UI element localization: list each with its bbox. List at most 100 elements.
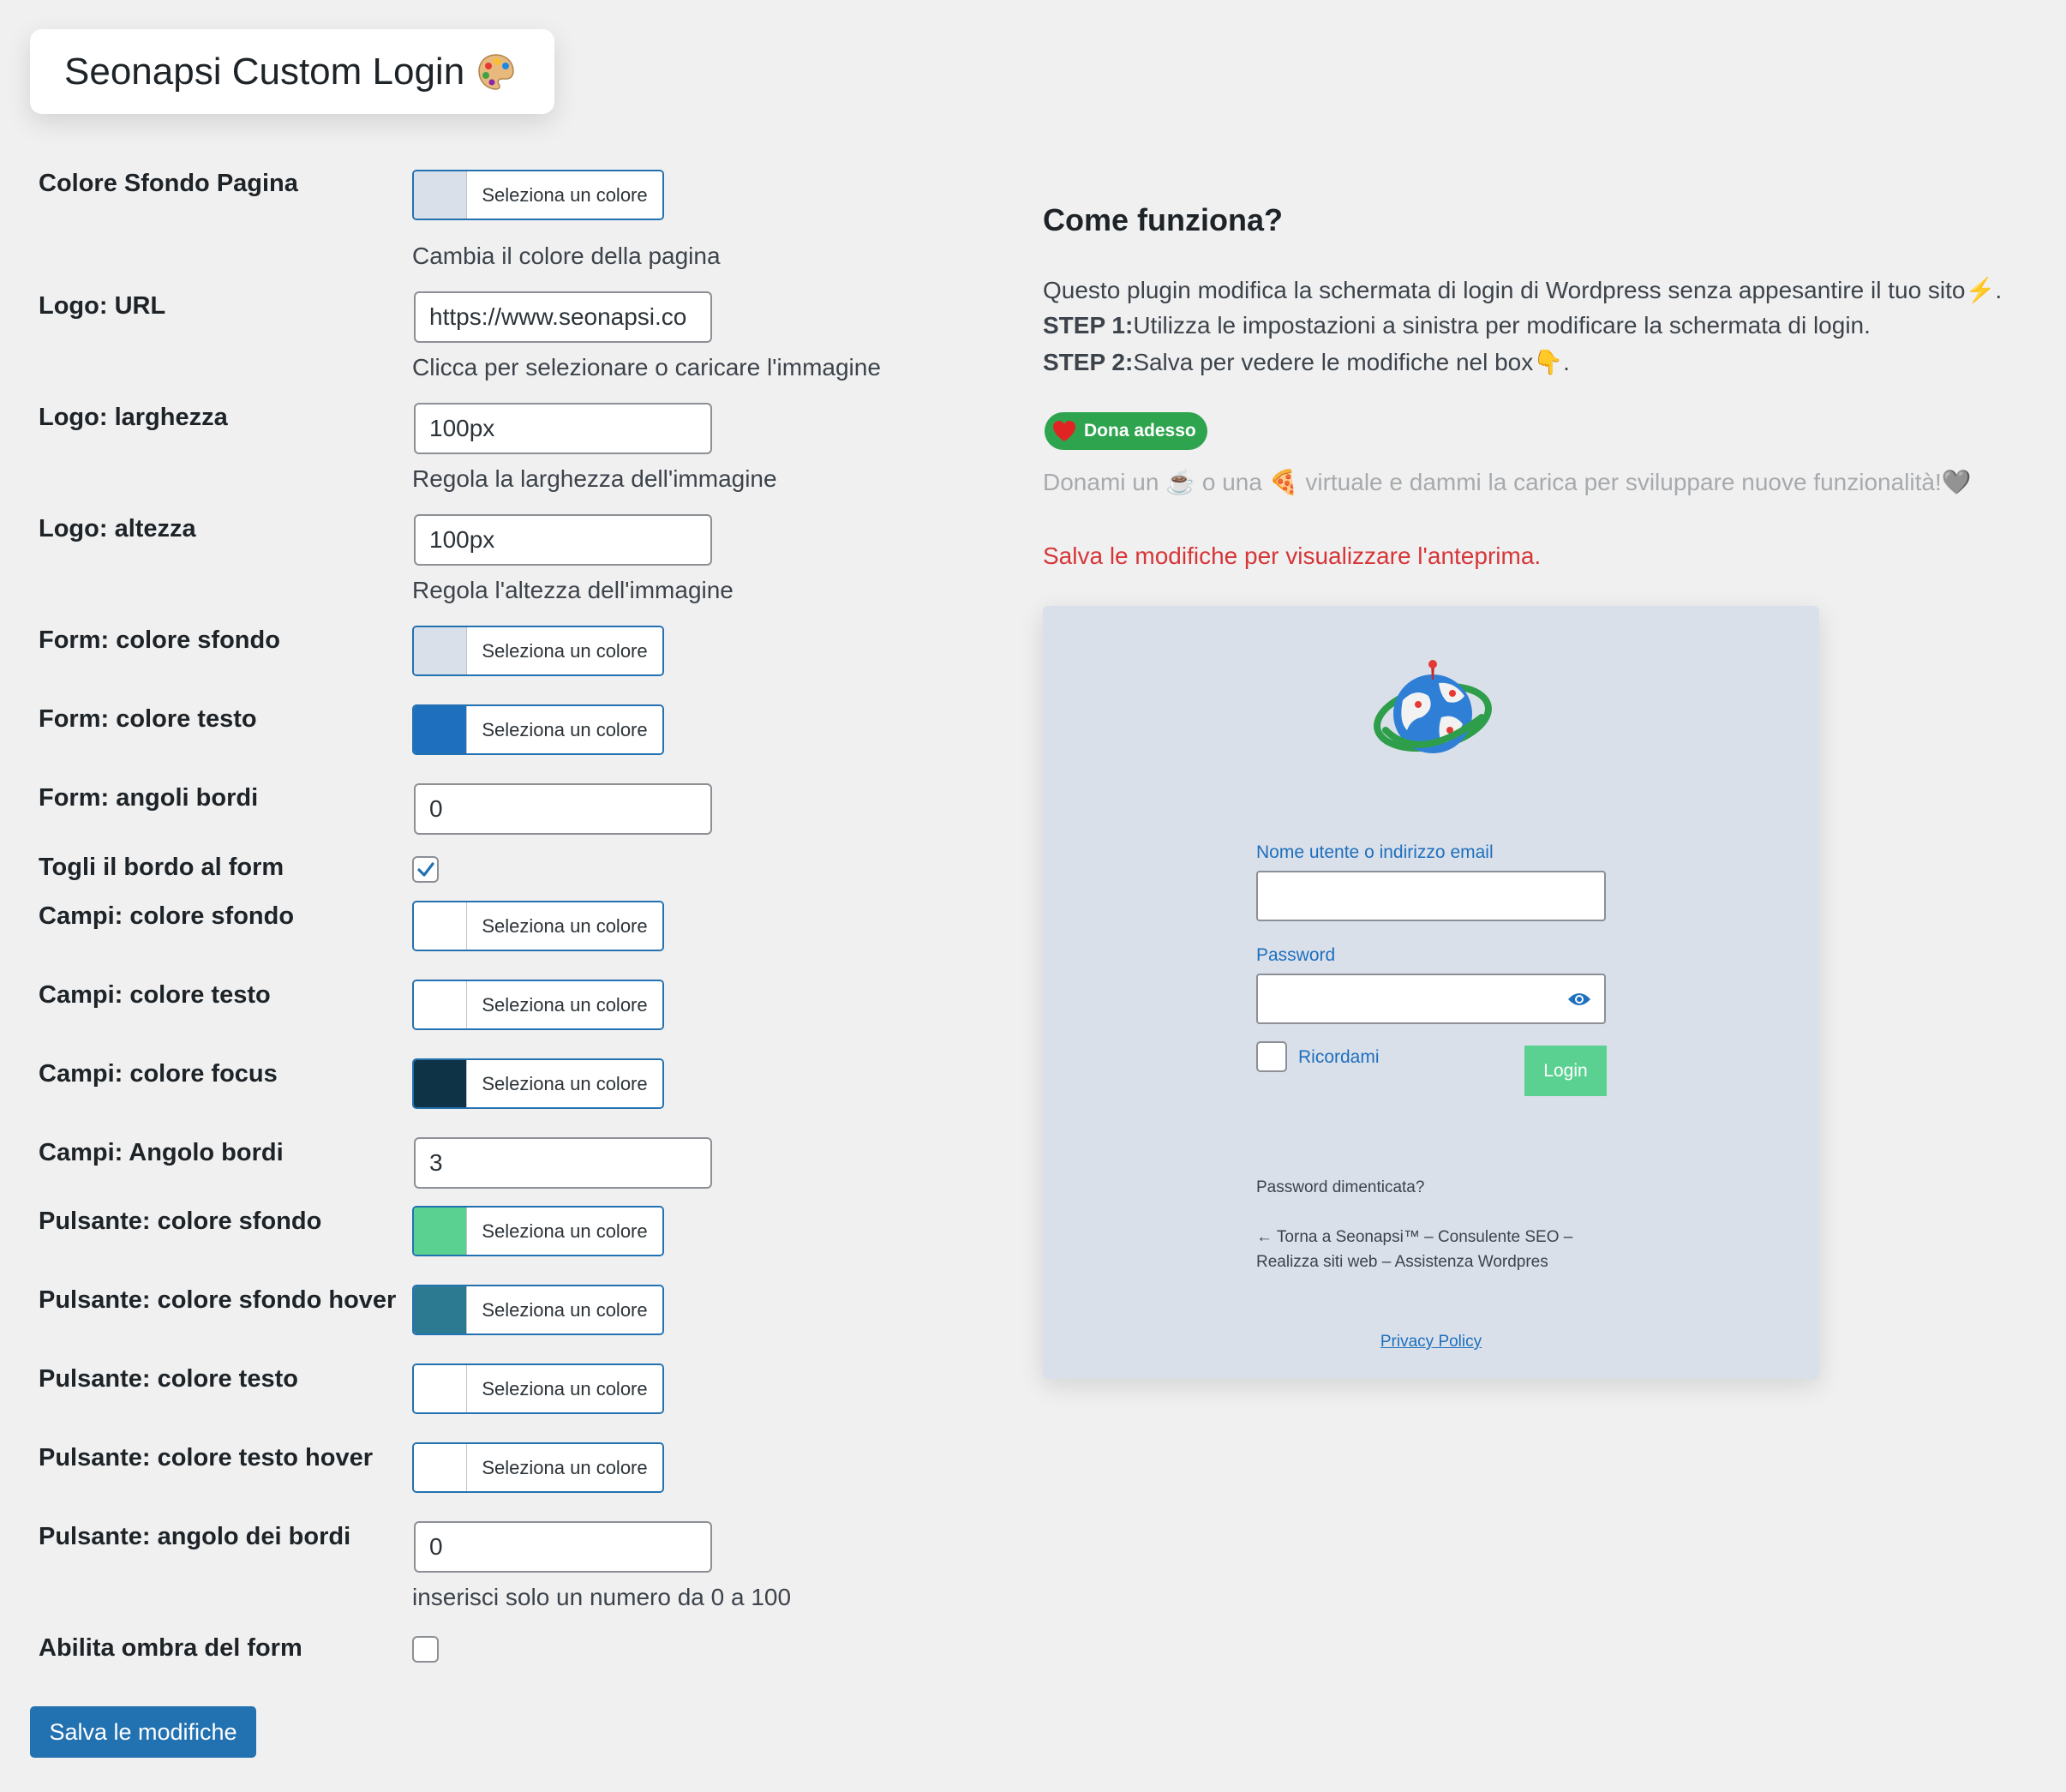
form-radius-input[interactable]: 0: [414, 783, 712, 835]
button-radius-description: inserisci solo un numero da 0 a 100: [412, 1584, 792, 1610]
setting-label-fields-text: Campi: colore testo: [39, 981, 271, 1009]
color-button-label: Seleziona un colore: [467, 171, 662, 219]
logo-url-input[interactable]: https://www.seonapsi.co: [414, 291, 712, 343]
step-1-label: STEP 1:: [1043, 312, 1134, 339]
logo-width-description: Regola la larghezza dell'immagine: [412, 465, 777, 492]
privacy-policy-link[interactable]: Privacy Policy: [1043, 1333, 1819, 1351]
logo-height-input[interactable]: 100px: [414, 514, 712, 566]
eye-icon[interactable]: [1566, 990, 1592, 1009]
setting-label-logo-url: Logo: URL: [39, 292, 166, 320]
color-swatch: [414, 627, 467, 674]
color-swatch: [414, 706, 467, 753]
save-changes-button[interactable]: Salva le modifiche: [30, 1706, 256, 1758]
password-input[interactable]: [1256, 974, 1606, 1024]
login-preview: Nome utente o indirizzo email Password R…: [1043, 606, 1819, 1379]
remember-me-label: Ricordami: [1298, 1047, 1380, 1067]
color-button-label: Seleziona un colore: [467, 1444, 662, 1491]
step-2-text: Salva per vedere le modifiche nel box: [1133, 349, 1534, 375]
username-input[interactable]: [1256, 871, 1606, 921]
pointing-down-icon: 👇: [1533, 349, 1564, 375]
setting-label-logo-height: Logo: altezza: [39, 515, 196, 542]
page-bg-color-button[interactable]: Seleziona un colore: [412, 170, 664, 220]
color-swatch: [414, 1208, 467, 1255]
how-it-works-title: Come funziona?: [1043, 202, 1283, 237]
step-1-text: Utilizza le impostazioni a sinistra per …: [1133, 312, 1871, 339]
setting-label-fields-bg: Campi: colore sfondo: [39, 902, 295, 930]
login-button[interactable]: Login: [1524, 1046, 1607, 1096]
donate-description: Donami un ☕ o una 🍕 virtuale e dammi la …: [1043, 468, 1972, 496]
form-text-color-button[interactable]: Seleziona un colore: [412, 704, 664, 755]
button-text-color-button[interactable]: Seleziona un colore: [412, 1363, 664, 1414]
color-swatch: [414, 1365, 467, 1412]
color-button-label: Seleziona un colore: [467, 1365, 662, 1412]
button-bg-color-button[interactable]: Seleziona un colore: [412, 1206, 664, 1256]
fields-bg-color-button[interactable]: Seleziona un colore: [412, 901, 664, 951]
step-2-end: .: [1563, 349, 1570, 375]
remember-me-checkbox[interactable]: [1256, 1041, 1287, 1072]
palette-icon: [476, 52, 516, 92]
logo-width-input[interactable]: 100px: [414, 403, 712, 454]
setting-label-logo-width: Logo: larghezza: [39, 404, 228, 431]
fields-radius-input[interactable]: 3: [414, 1137, 712, 1189]
username-label: Nome utente o indirizzo email: [1256, 842, 1494, 862]
setting-label-fields-radius: Campi: Angolo bordi: [39, 1139, 284, 1166]
setting-label-form-radius: Form: angoli bordi: [39, 784, 259, 812]
donate-button-label: Dona adesso: [1084, 421, 1196, 441]
color-swatch: [414, 981, 467, 1028]
back-to-site-link[interactable]: ← Torna a Seonapsi™ – Consulente SEO – R…: [1256, 1225, 1616, 1274]
setting-label-button-bg-hover: Pulsante: colore sfondo hover: [39, 1286, 397, 1314]
color-button-label: Seleziona un colore: [467, 1286, 662, 1334]
color-swatch: [414, 1444, 467, 1491]
form-shadow-checkbox[interactable]: [412, 1636, 439, 1663]
step-2: STEP 2:Salva per vedere le modifiche nel…: [1043, 348, 1570, 376]
color-swatch: [414, 902, 467, 950]
logo-url-description: Clicca per selezionare o caricare l'imma…: [412, 354, 881, 381]
color-button-label: Seleziona un colore: [467, 1060, 662, 1107]
step-1: STEP 1:Utilizza le impostazioni a sinist…: [1043, 312, 1871, 339]
plugin-title: Seonapsi Custom Login: [64, 50, 465, 93]
form-bg-color-button[interactable]: Seleziona un colore: [412, 626, 664, 676]
color-swatch: [414, 171, 467, 219]
fields-focus-color-button[interactable]: Seleziona un colore: [412, 1058, 664, 1109]
setting-label-button-radius: Pulsante: angolo dei bordi: [39, 1523, 351, 1550]
color-swatch: [414, 1060, 467, 1107]
color-button-label: Seleziona un colore: [467, 902, 662, 950]
color-swatch: [414, 1286, 467, 1334]
globe-logo-icon: [1368, 657, 1497, 769]
grey-heart-icon: 🩶: [1941, 469, 1972, 495]
pizza-icon: 🍕: [1268, 469, 1299, 495]
button-text-hover-color-button[interactable]: Seleziona un colore: [412, 1442, 664, 1493]
donate-button[interactable]: Dona adesso: [1045, 412, 1207, 450]
setting-label-form-bg: Form: colore sfondo: [39, 626, 280, 654]
intro-text: Questo plugin modifica la schermata di l…: [1043, 277, 1966, 303]
how-it-works-intro: Questo plugin modifica la schermata di l…: [1043, 276, 2002, 304]
save-preview-note: Salva le modifiche per visualizzare l'an…: [1043, 542, 1542, 569]
setting-label-button-bg: Pulsante: colore sfondo: [39, 1208, 322, 1235]
button-radius-input[interactable]: 0: [414, 1521, 712, 1573]
step-2-label: STEP 2:: [1043, 349, 1134, 375]
color-button-label: Seleziona un colore: [467, 706, 662, 753]
setting-label-remove-border: Togli il bordo al form: [39, 854, 284, 881]
lost-password-link[interactable]: Password dimenticata?: [1256, 1178, 1424, 1197]
intro-end: .: [1995, 277, 2003, 303]
setting-label-fields-focus: Campi: colore focus: [39, 1060, 278, 1088]
setting-label-form-text: Form: colore testo: [39, 705, 257, 733]
setting-label-button-text-hover: Pulsante: colore testo hover: [39, 1444, 373, 1471]
donate-text-a: Donami un: [1043, 469, 1159, 495]
heart-icon: [1053, 421, 1075, 441]
donate-text-b: o una: [1201, 469, 1262, 495]
button-bg-hover-color-button[interactable]: Seleziona un colore: [412, 1285, 664, 1335]
remove-border-checkbox[interactable]: [412, 856, 439, 883]
fields-text-color-button[interactable]: Seleziona un colore: [412, 980, 664, 1030]
lightning-icon: ⚡: [1965, 277, 1996, 303]
page-bg-description: Cambia il colore della pagina: [412, 243, 721, 269]
setting-label-page-bg: Colore Sfondo Pagina: [39, 170, 298, 197]
checkmark-icon: [416, 861, 434, 877]
setting-label-button-text: Pulsante: colore testo: [39, 1365, 298, 1393]
coffee-icon: ☕: [1165, 469, 1196, 495]
logo-height-description: Regola l'altezza dell'immagine: [412, 577, 734, 603]
color-button-label: Seleziona un colore: [467, 981, 662, 1028]
color-button-label: Seleziona un colore: [467, 627, 662, 674]
password-label: Password: [1256, 945, 1336, 965]
color-button-label: Seleziona un colore: [467, 1208, 662, 1255]
